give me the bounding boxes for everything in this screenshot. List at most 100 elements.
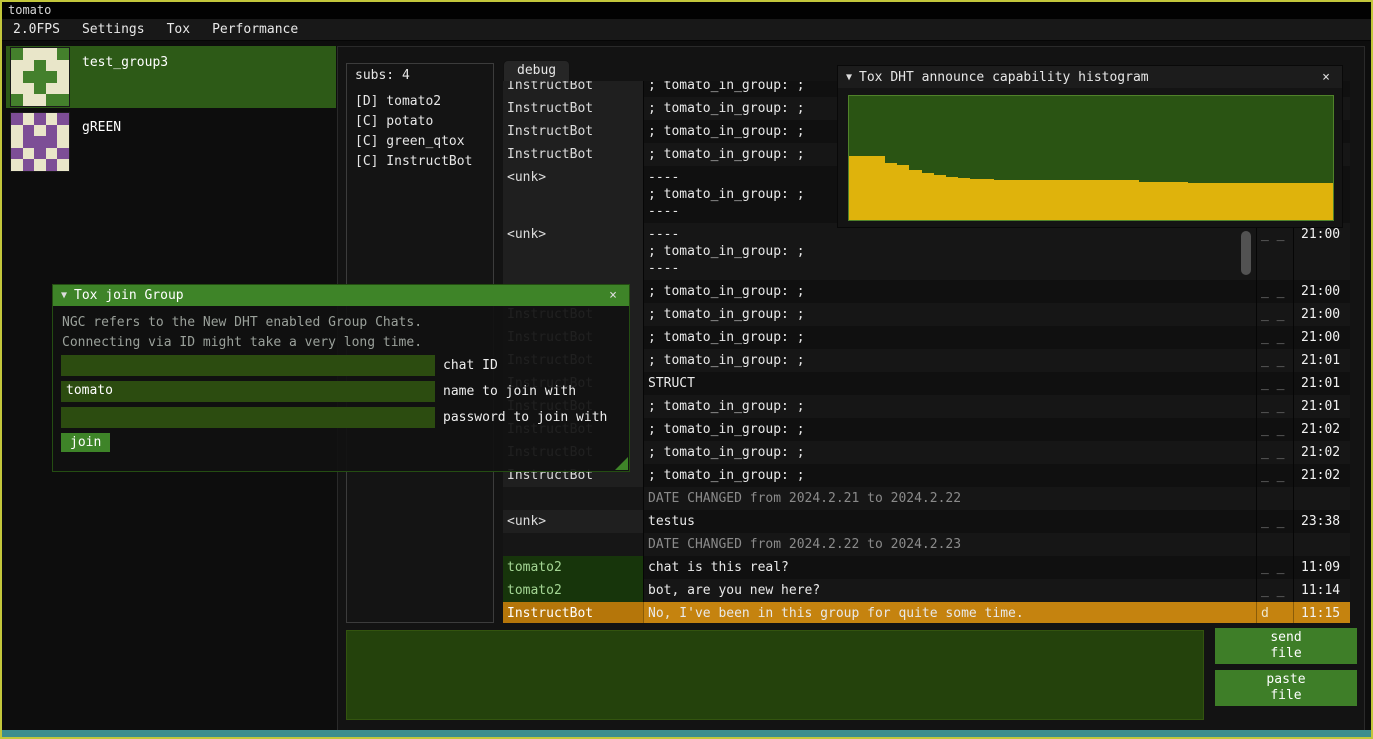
message-status: _ _ bbox=[1256, 510, 1293, 533]
chat-message-row[interactable]: <unk>testus_ _23:38 bbox=[503, 510, 1350, 533]
histogram-bar bbox=[1018, 180, 1030, 220]
histogram-title-bar[interactable]: ▼ Tox DHT announce capability histogram … bbox=[838, 66, 1342, 88]
histogram-bar bbox=[1006, 180, 1018, 220]
chat-message-row[interactable]: InstructBot; tomato_in_group: ;_ _21:00 bbox=[503, 326, 1350, 349]
chat-message-row[interactable]: InstructBot; tomato_in_group: ;_ _21:01 bbox=[503, 395, 1350, 418]
message-text: STRUCT bbox=[643, 372, 1256, 395]
chat-message-row[interactable]: InstructBot; tomato_in_group: ;_ _21:02 bbox=[503, 418, 1350, 441]
send-file-button[interactable]: send file bbox=[1215, 628, 1357, 664]
chat-message-row[interactable]: InstructBot; tomato_in_group: ;_ _21:02 bbox=[503, 441, 1350, 464]
message-status bbox=[1256, 533, 1293, 556]
histogram-bar bbox=[1139, 182, 1151, 220]
chat-message-row[interactable]: tomato2bot, are you new here?_ _11:14 bbox=[503, 579, 1350, 602]
chat-message-row[interactable]: InstructBot; tomato_in_group: ;_ _21:02 bbox=[503, 464, 1350, 487]
chat-message-row[interactable]: DATE CHANGED from 2024.2.22 to 2024.2.23 bbox=[503, 533, 1350, 556]
histogram-close-icon[interactable]: × bbox=[1318, 70, 1334, 85]
message-text: DATE CHANGED from 2024.2.21 to 2024.2.22 bbox=[643, 487, 1256, 510]
chat-message-row[interactable]: InstructBotSTRUCT_ _21:01 bbox=[503, 372, 1350, 395]
histogram-bar bbox=[1212, 183, 1224, 220]
chat-message-row[interactable]: DATE CHANGED from 2024.2.21 to 2024.2.22 bbox=[503, 487, 1350, 510]
join-title-bar[interactable]: ▼ Tox join Group × bbox=[53, 285, 629, 306]
paste-file-button[interactable]: paste file bbox=[1215, 670, 1357, 706]
subs-item[interactable]: [C] potato bbox=[355, 112, 485, 132]
message-author: InstructBot bbox=[503, 81, 643, 97]
join-group-window: ▼ Tox join Group × NGC refers to the New… bbox=[52, 284, 630, 472]
subs-title: subs: 4 bbox=[355, 68, 485, 83]
join-password-input[interactable] bbox=[61, 407, 435, 428]
histogram-bar bbox=[970, 179, 982, 220]
message-author: <unk> bbox=[503, 510, 643, 533]
resize-grip-icon[interactable] bbox=[615, 457, 628, 470]
message-time: 11:15 bbox=[1293, 602, 1350, 623]
histogram-bar bbox=[1115, 180, 1127, 220]
histogram-bar bbox=[1224, 183, 1236, 220]
histogram-bar bbox=[922, 173, 934, 220]
chat-scrollbar[interactable] bbox=[1241, 231, 1251, 275]
subs-item[interactable]: [C] green_qtox bbox=[355, 132, 485, 152]
join-close-icon[interactable]: × bbox=[605, 288, 621, 303]
collapse-icon[interactable]: ▼ bbox=[846, 72, 852, 83]
group-avatar bbox=[10, 112, 70, 172]
tab-debug[interactable]: debug bbox=[503, 60, 570, 81]
message-text: chat is this real? bbox=[643, 556, 1256, 579]
message-author: tomato2 bbox=[503, 556, 643, 579]
app-window: tomato 2.0FPS SettingsToxPerformance tes… bbox=[0, 0, 1373, 739]
histogram-bar bbox=[994, 180, 1006, 220]
histogram-bar bbox=[1200, 183, 1212, 220]
fps-indicator: 2.0FPS bbox=[2, 20, 71, 39]
message-time: 11:14 bbox=[1293, 579, 1350, 602]
message-text: DATE CHANGED from 2024.2.22 to 2024.2.23 bbox=[643, 533, 1256, 556]
message-text: ; tomato_in_group: ; bbox=[643, 349, 1256, 372]
histogram-bar bbox=[1236, 183, 1248, 220]
join-description-line1: NGC refers to the New DHT enabled Group … bbox=[62, 313, 422, 333]
chat-message-row[interactable]: tomato2chat is this real?_ _11:09 bbox=[503, 556, 1350, 579]
message-time: 11:09 bbox=[1293, 556, 1350, 579]
chat-message-row[interactable]: InstructBot; tomato_in_group: ;_ _21:00 bbox=[503, 280, 1350, 303]
histogram-bar bbox=[1030, 180, 1042, 220]
message-author: InstructBot bbox=[503, 602, 643, 623]
histogram-bar bbox=[946, 177, 958, 220]
histogram-bar bbox=[1151, 182, 1163, 220]
histogram-bar bbox=[1272, 183, 1284, 220]
histogram-bar bbox=[861, 156, 873, 220]
message-text: ---- ; tomato_in_group: ; ---- bbox=[643, 223, 1256, 280]
message-status: _ _ bbox=[1256, 441, 1293, 464]
message-author: tomato2 bbox=[503, 579, 643, 602]
subs-item[interactable]: [C] InstructBot bbox=[355, 152, 485, 172]
chat-message-row[interactable]: InstructBotNo, I've been in this group f… bbox=[503, 602, 1350, 623]
histogram-bar bbox=[1296, 183, 1308, 220]
message-text: ; tomato_in_group: ; bbox=[643, 303, 1256, 326]
title-bar[interactable]: tomato bbox=[2, 2, 1371, 19]
message-status: _ _ bbox=[1256, 395, 1293, 418]
contact-row[interactable]: test_group3 bbox=[6, 46, 336, 108]
collapse-icon[interactable]: ▼ bbox=[61, 290, 67, 301]
message-time: 21:02 bbox=[1293, 441, 1350, 464]
histogram-bar bbox=[958, 178, 970, 220]
menu-item-performance[interactable]: Performance bbox=[201, 20, 309, 39]
join-button[interactable]: join bbox=[61, 433, 110, 452]
histogram-bar bbox=[849, 156, 861, 220]
message-author: <unk> bbox=[503, 223, 643, 280]
message-input[interactable] bbox=[346, 630, 1204, 720]
message-status: _ _ bbox=[1256, 372, 1293, 395]
subs-item[interactable]: [D] tomato2 bbox=[355, 92, 485, 112]
histogram-bar bbox=[934, 175, 946, 220]
join-name-input[interactable]: tomato bbox=[61, 381, 435, 402]
chat-message-row[interactable]: InstructBot; tomato_in_group: ;_ _21:01 bbox=[503, 349, 1350, 372]
message-status bbox=[1256, 487, 1293, 510]
contact-row[interactable]: gREEN bbox=[6, 111, 336, 173]
message-time: 21:00 bbox=[1293, 280, 1350, 303]
menu-item-tox[interactable]: Tox bbox=[156, 20, 201, 39]
message-time: 21:00 bbox=[1293, 223, 1350, 280]
chat-message-row[interactable]: <unk>---- ; tomato_in_group: ; ----_ _21… bbox=[503, 223, 1350, 280]
histogram-bar bbox=[1188, 183, 1200, 220]
menu-item-settings[interactable]: Settings bbox=[71, 20, 156, 39]
window-bottom-border bbox=[2, 730, 1371, 737]
message-status: _ _ bbox=[1256, 223, 1293, 280]
histogram-bar bbox=[1284, 183, 1296, 220]
message-status: _ _ bbox=[1256, 464, 1293, 487]
chat-message-row[interactable]: InstructBot; tomato_in_group: ;_ _21:00 bbox=[503, 303, 1350, 326]
message-time: 23:38 bbox=[1293, 510, 1350, 533]
chat-id-input[interactable] bbox=[61, 355, 435, 376]
histogram-bar bbox=[1055, 180, 1067, 220]
